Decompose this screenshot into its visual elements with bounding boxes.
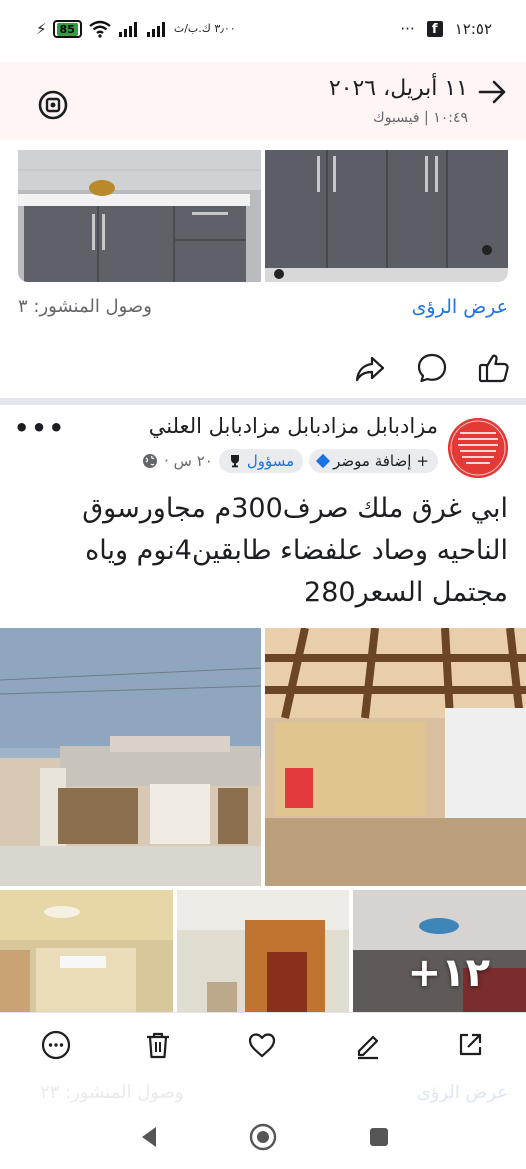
delete-icon[interactable] bbox=[142, 1029, 174, 1061]
system-nav-bar bbox=[0, 1108, 526, 1169]
post1-actions bbox=[352, 350, 512, 386]
group-avatar[interactable] bbox=[448, 418, 508, 478]
header: ١١ أبريل، ٢٠٢٦ ١٠:٤٩ | فيسبوك bbox=[0, 62, 526, 140]
trophy-icon bbox=[230, 455, 239, 468]
plus-icon: + bbox=[416, 452, 429, 470]
post2-meta: + إضافة موضر مسؤول ٢٠ س · bbox=[142, 449, 438, 473]
add-topic-chip[interactable]: + إضافة موضر bbox=[309, 449, 438, 473]
status-bar: ⚡ 85 ٣٫٠٠ ك.ب/ث ··· f ١٢:٥٢ bbox=[0, 0, 526, 62]
more-photos-count: +١٢ bbox=[407, 950, 490, 996]
post2-photo-2[interactable] bbox=[265, 628, 526, 886]
post1-reach-row: عرض الرؤى وصول المنشور: ٣ bbox=[0, 296, 526, 326]
page-title: ١١ أبريل، ٢٠٢٦ bbox=[328, 76, 468, 101]
admin-badge-label: مسؤول bbox=[246, 452, 295, 470]
post2-photo-5[interactable]: +١٢ bbox=[353, 890, 526, 1016]
open-external-icon[interactable] bbox=[454, 1029, 486, 1061]
comment-icon[interactable] bbox=[414, 350, 450, 386]
page-subtitle: ١٠:٤٩ | فيسبوك bbox=[373, 110, 468, 126]
globe-icon bbox=[143, 454, 158, 468]
signal-icon bbox=[118, 22, 137, 37]
favorite-icon[interactable] bbox=[246, 1029, 278, 1061]
clock: ١٢:٥٢ bbox=[454, 20, 492, 38]
like-icon[interactable] bbox=[476, 350, 512, 386]
diamond-icon bbox=[316, 453, 331, 469]
forward-arrow-icon[interactable] bbox=[476, 78, 508, 106]
add-topic-label: إضافة موضر bbox=[333, 452, 412, 470]
status-right: ··· f ١٢:٥٢ bbox=[400, 20, 492, 38]
post-time: ٢٠ س · bbox=[164, 452, 213, 470]
wifi-icon bbox=[89, 20, 111, 38]
bottom-toolbar bbox=[0, 1012, 526, 1078]
ghost-reach-row: وصول المنشور: ٢٣ عرض الرؤى bbox=[0, 1078, 526, 1108]
view-insights-link[interactable]: عرض الرؤى bbox=[412, 296, 508, 318]
charging-icon: ⚡ bbox=[36, 20, 47, 38]
post-divider bbox=[0, 398, 526, 405]
ghost-view-insights: عرض الرؤى bbox=[416, 1082, 508, 1103]
recents-nav-icon[interactable] bbox=[364, 1122, 394, 1152]
battery-icon: 85 bbox=[52, 20, 82, 38]
post2-photo-4[interactable] bbox=[177, 890, 349, 1016]
facebook-icon: f bbox=[426, 21, 443, 37]
post1-image-left[interactable] bbox=[18, 150, 261, 282]
back-nav-icon[interactable] bbox=[134, 1122, 164, 1152]
status-left: ⚡ 85 ٣٫٠٠ ك.ب/ث bbox=[36, 20, 236, 38]
more-notifications: ··· bbox=[400, 20, 415, 38]
more-options-circle-icon[interactable] bbox=[40, 1029, 72, 1061]
post1-image-right[interactable] bbox=[265, 150, 508, 282]
share-icon[interactable] bbox=[352, 350, 388, 386]
post2-photo-1[interactable] bbox=[0, 628, 261, 886]
group-name[interactable]: مزادبابل مزادبابل مزادبابل العلني bbox=[149, 414, 438, 438]
signal-icon-2 bbox=[146, 22, 165, 37]
rotate-icon[interactable] bbox=[36, 88, 70, 122]
edit-icon[interactable] bbox=[352, 1029, 384, 1061]
network-speed: ٣٫٠٠ ك.ب/ث bbox=[173, 22, 236, 35]
post-reach: وصول المنشور: ٣ bbox=[18, 296, 152, 317]
more-options-icon[interactable]: ••• bbox=[14, 414, 66, 442]
home-nav-icon[interactable] bbox=[248, 1122, 278, 1152]
ghost-reach: وصول المنشور: ٢٣ bbox=[40, 1082, 184, 1103]
post2-photo-3[interactable] bbox=[0, 890, 173, 1016]
battery-level: 85 bbox=[56, 22, 78, 36]
post-text: ابي غرق ملك صرف300م مجاورسوق الناحيه وصا… bbox=[82, 493, 508, 608]
admin-badge[interactable]: مسؤول bbox=[218, 449, 304, 473]
